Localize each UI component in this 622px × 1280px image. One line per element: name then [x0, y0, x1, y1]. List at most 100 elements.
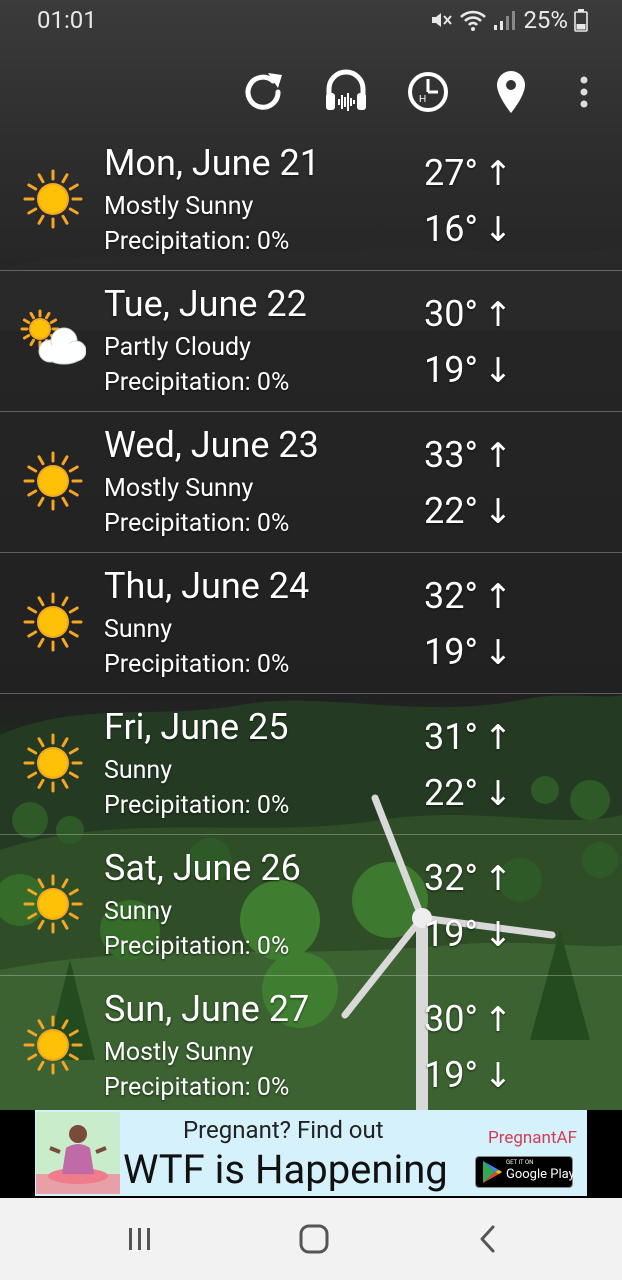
forecast-precipitation: Precipitation: 0%	[104, 791, 290, 820]
hourly-forecast-button[interactable]: H	[400, 60, 456, 124]
status-icons: 25%	[429, 6, 588, 34]
forecast-day: Sun, June 27	[104, 988, 310, 1030]
forecast-row[interactable]: Tue, June 22 Partly Cloudy Precipitation…	[0, 271, 622, 412]
recent-apps-button[interactable]	[110, 1216, 170, 1262]
location-button[interactable]	[483, 60, 539, 124]
forecast-condition: Mostly Sunny	[104, 1038, 254, 1067]
home-button[interactable]	[284, 1216, 344, 1262]
forecast-row[interactable]: Sat, June 26 Sunny Precipitation: 0% 32°…	[0, 835, 622, 976]
forecast-day: Tue, June 22	[104, 283, 307, 325]
forecast-high: 33° ↑	[424, 434, 513, 476]
ad-bar: Pregnant? Find out WTF is Happening Preg…	[0, 1110, 622, 1198]
battery-percent: 25%	[523, 6, 568, 34]
hourly-clock-icon: H	[408, 72, 448, 112]
forecast-day: Fri, June 25	[104, 706, 289, 748]
forecast-low: 19° ↓	[424, 631, 513, 673]
forecast-day: Thu, June 24	[104, 565, 310, 607]
sun-icon	[20, 1012, 86, 1078]
forecast-low: 22° ↓	[424, 772, 513, 814]
forecast-row[interactable]: Mon, June 21 Mostly Sunny Precipitation:…	[0, 130, 622, 271]
arrow-down-icon: ↓	[483, 351, 513, 391]
forecast-precipitation: Precipitation: 0%	[104, 1073, 290, 1102]
forecast-condition: Sunny	[104, 897, 173, 926]
signal-icon	[494, 11, 516, 30]
forecast-day: Sat, June 26	[104, 847, 301, 889]
forecast-low: 22° ↓	[424, 490, 513, 532]
sun-icon	[20, 166, 86, 232]
forecast-condition: Partly Cloudy	[104, 333, 251, 362]
system-nav-bar	[0, 1198, 622, 1280]
arrow-down-icon: ↓	[483, 1056, 513, 1096]
store-small-label: GET IT ON	[506, 1159, 534, 1166]
arrow-down-icon: ↓	[483, 915, 513, 955]
forecast-high: 32° ↑	[424, 857, 513, 899]
sun-icon	[20, 589, 86, 655]
sun-icon	[20, 448, 86, 514]
audio-button[interactable]	[318, 60, 374, 124]
sun-icon	[20, 871, 86, 937]
arrow-up-icon: ↑	[483, 859, 513, 899]
forecast-low: 16° ↓	[424, 208, 513, 250]
ad-line-2: WTF is Happening	[123, 1146, 448, 1193]
wifi-icon	[460, 10, 487, 31]
status-time: 01:01	[37, 6, 97, 34]
forecast-precipitation: Precipitation: 0%	[104, 227, 290, 256]
forecast-low: 19° ↓	[424, 349, 513, 391]
forecast-high: 31° ↑	[424, 716, 513, 758]
arrow-up-icon: ↑	[483, 1000, 513, 1040]
arrow-down-icon: ↓	[483, 210, 513, 250]
recent-apps-icon	[129, 1228, 150, 1250]
forecast-precipitation: Precipitation: 0%	[104, 650, 290, 679]
forecast-row[interactable]: Fri, June 25 Sunny Precipitation: 0% 31°…	[0, 694, 622, 835]
arrow-up-icon: ↑	[483, 577, 513, 617]
forecast-condition: Sunny	[104, 756, 173, 785]
arrow-up-icon: ↑	[483, 295, 513, 335]
more-vert-icon	[580, 76, 588, 108]
forecast-high: 30° ↑	[424, 998, 513, 1040]
arrow-up-icon: ↑	[483, 718, 513, 758]
ad-line-1: Pregnant? Find out	[183, 1116, 384, 1144]
forecast-precipitation: Precipitation: 0%	[104, 368, 290, 397]
refresh-icon	[245, 73, 282, 110]
arrow-down-icon: ↓	[483, 492, 513, 532]
forecast-row[interactable]: Sun, June 27 Mostly Sunny Precipitation:…	[0, 976, 622, 1117]
store-label: Google Play	[506, 1167, 575, 1182]
back-icon	[480, 1225, 495, 1253]
sun-icon	[20, 730, 86, 796]
forecast-row[interactable]: Wed, June 23 Mostly Sunny Precipitation:…	[0, 412, 622, 553]
forecast-precipitation: Precipitation: 0%	[104, 509, 290, 538]
ad-illustration	[36, 1112, 120, 1194]
forecast-condition: Mostly Sunny	[104, 192, 254, 221]
ad-brand: PregnantAF	[488, 1128, 577, 1148]
google-play-badge[interactable]: GET IT ON Google Play	[475, 1156, 575, 1188]
arrow-up-icon: ↑	[483, 154, 513, 194]
forecast-row[interactable]: Thu, June 24 Sunny Precipitation: 0% 32°…	[0, 553, 622, 694]
refresh-button[interactable]	[235, 60, 291, 124]
forecast-day: Mon, June 21	[104, 142, 320, 184]
back-button[interactable]	[458, 1216, 518, 1262]
forecast-condition: Mostly Sunny	[104, 474, 254, 503]
forecast-day: Wed, June 23	[104, 424, 319, 466]
ad-banner[interactable]: Pregnant? Find out WTF is Happening Preg…	[35, 1110, 587, 1196]
forecast-high: 32° ↑	[424, 575, 513, 617]
mute-icon	[432, 13, 453, 27]
svg-text:H: H	[419, 94, 426, 105]
forecast-high: 27° ↑	[424, 152, 513, 194]
forecast-list: Mon, June 21 Mostly Sunny Precipitation:…	[0, 130, 622, 1117]
more-options-button[interactable]	[556, 60, 612, 124]
battery-icon	[574, 9, 588, 32]
headphones-icon	[326, 69, 366, 111]
arrow-down-icon: ↓	[483, 774, 513, 814]
home-icon	[299, 1224, 329, 1254]
forecast-high: 30° ↑	[424, 293, 513, 335]
google-play-icon	[483, 1161, 502, 1183]
arrow-down-icon: ↓	[483, 633, 513, 673]
forecast-low: 19° ↓	[424, 913, 513, 955]
app-toolbar: H	[0, 60, 622, 124]
arrow-up-icon: ↑	[483, 436, 513, 476]
forecast-condition: Sunny	[104, 615, 173, 644]
location-pin-icon	[497, 71, 525, 113]
partly-cloudy-icon	[20, 307, 87, 373]
forecast-precipitation: Precipitation: 0%	[104, 932, 290, 961]
status-bar: 01:01 25%	[0, 0, 622, 44]
